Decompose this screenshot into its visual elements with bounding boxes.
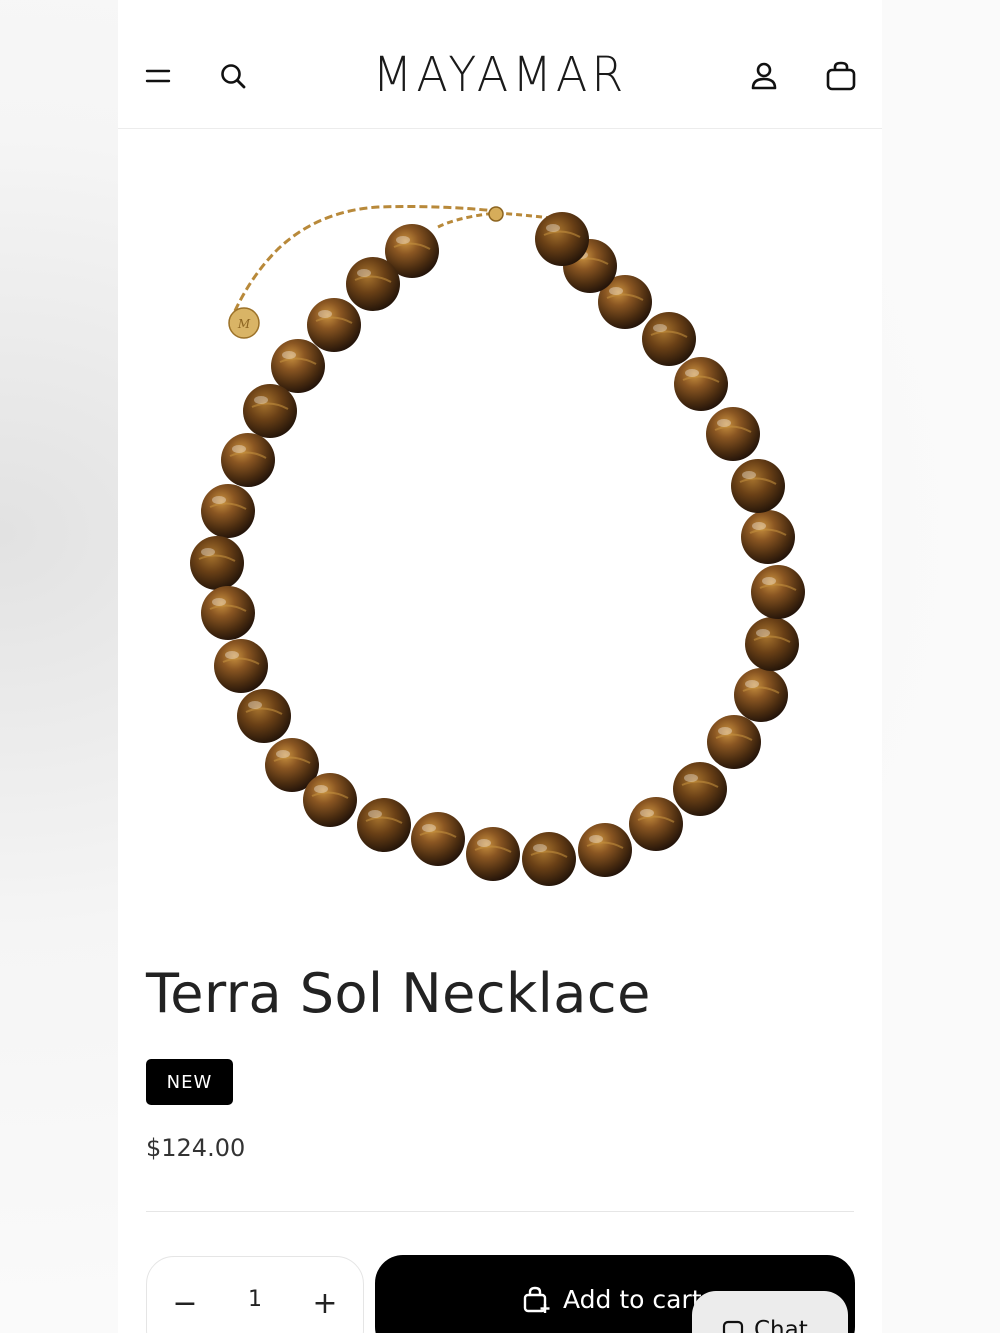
bead [237,689,291,743]
bead [201,586,255,640]
add-to-cart-label: Add to cart [563,1285,702,1314]
bead [673,762,727,816]
new-badge: NEW [146,1059,233,1105]
bead-highlight [396,236,410,244]
bead [303,773,357,827]
bead-highlight [422,824,436,832]
bead [466,827,520,881]
bead [243,384,297,438]
bead-highlight [546,224,560,232]
bead [307,298,361,352]
bead-highlight [685,369,699,377]
bead-highlight [640,809,654,817]
bead-highlight [762,577,776,585]
account-icon [751,62,777,90]
bead-highlight [314,785,328,793]
bead-highlight [609,287,623,295]
bead [706,407,760,461]
bead-highlight [718,727,732,735]
bead [346,257,400,311]
minus-icon: − [172,1285,198,1321]
product-price: $124.00 [146,1134,246,1162]
bead-highlight [477,839,491,847]
bead [629,797,683,851]
bead-highlight [318,310,332,318]
bead-highlight [589,835,603,843]
bead [741,510,795,564]
bead [411,812,465,866]
bead-highlight [752,522,766,530]
decrease-quantity-button[interactable]: − [163,1281,207,1325]
bead [642,312,696,366]
bead [731,459,785,513]
bead-highlight [225,651,239,659]
bead [751,565,805,619]
bead [271,339,325,393]
quantity-stepper: − 1 + [146,1256,364,1333]
bead-highlight [201,548,215,556]
bead-highlight [212,496,226,504]
bead-highlight [717,419,731,427]
quantity-value[interactable]: 1 [235,1287,275,1312]
bead [190,536,244,590]
bead-highlight [533,844,547,852]
bead-highlight [653,324,667,332]
site-header: MAYAMAR [118,0,882,129]
bead [674,357,728,411]
chat-label: Chat [754,1317,808,1333]
bead-highlight [684,774,698,782]
bead-highlight [254,396,268,404]
cart-button[interactable] [819,54,863,98]
bead [745,617,799,671]
necklace-image: M [190,205,805,886]
bead [707,715,761,769]
account-button[interactable] [742,54,786,98]
cart-icon [826,61,856,91]
increase-quantity-button[interactable]: + [303,1281,347,1325]
bead-highlight [756,629,770,637]
bead-highlight [232,445,246,453]
bead-highlight [357,269,371,277]
bead-highlight [742,471,756,479]
bead-highlight [282,351,296,359]
bead-highlight [276,750,290,758]
mobile-page: MAYAMAR M Terra Sol Necklace NEW $124.00… [118,0,882,1333]
cart-add-icon [523,1286,550,1313]
bead [201,484,255,538]
svg-text:M: M [237,317,251,331]
bead-highlight [212,598,226,606]
product-title: Terra Sol Necklace [146,962,651,1025]
bead-highlight [745,680,759,688]
bead [522,832,576,886]
plus-icon: + [312,1285,338,1321]
bead [357,798,411,852]
chat-icon [722,1320,744,1333]
bead-highlight [248,701,262,709]
bead [221,433,275,487]
divider [146,1211,854,1212]
bead [734,668,788,722]
bead [535,212,589,266]
bead [214,639,268,693]
bead [578,823,632,877]
bead-highlight [368,810,382,818]
chat-button[interactable]: Chat [692,1291,848,1333]
product-image[interactable]: M [118,129,882,929]
tiger-eye-beads [190,212,805,886]
